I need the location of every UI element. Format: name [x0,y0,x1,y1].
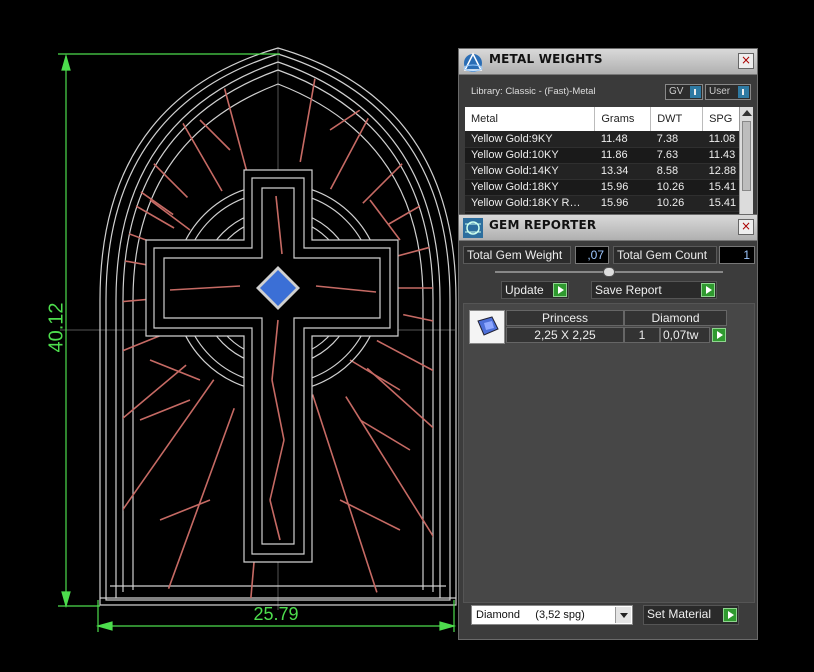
gem-material-cell: Diamond [624,310,727,326]
chevron-down-icon[interactable] [615,607,631,623]
total-gem-count-label: Total Gem Count [613,246,717,264]
lead-tie [349,359,401,391]
lead-tie [359,419,411,451]
set-material-button[interactable]: Set Material [643,605,739,625]
grams-cell: 11.48 [594,131,651,148]
gem-reporter-close-button[interactable]: × [738,219,754,235]
metal-name-cell: Yellow Gold:14KY [465,163,595,180]
play-arrow-icon [723,608,737,622]
lead-line [123,62,189,199]
metal-weights-title: METAL WEIGHTS [489,52,603,66]
metal-name-cell: Yellow Gold:10KY [465,147,595,164]
gem-count-cell: 1 [624,327,660,343]
lead-line [123,335,160,409]
set-material-button-label: Set Material [647,607,712,621]
metal-table-header: Metal Grams DWT SPG [465,107,749,131]
user-toggle-icon [738,86,749,98]
table-row[interactable]: Yellow Gold:9KY 11.48 7.38 11.08 [465,131,749,148]
gem-reporter-panel: GEM REPORTER × Total Gem Weight ,07 Tota… [458,214,758,640]
play-arrow-icon[interactable] [712,328,726,342]
gem-size-cell: 2,25 X 2,25 [506,327,624,343]
scroll-thumb[interactable] [742,121,751,191]
gem-list[interactable]: Princess 2,25 X 2,25 Diamond 1 0,07tw [463,303,755,603]
update-button-label: Update [505,283,544,297]
save-report-button[interactable]: Save Report [591,281,717,299]
lead-line [194,62,248,173]
metal-weights-panel: METAL WEIGHTS × Library: Classic - (Fast… [458,48,758,216]
total-gem-weight-label: Total Gem Weight [463,246,571,264]
gv-toggle-icon [690,86,701,98]
user-toggle-button[interactable]: User [705,84,751,100]
gv-toggle-label: GV [669,86,684,97]
lead-tie [159,499,211,521]
gem-reporter-logo-icon [463,218,483,238]
dwt-cell: 7.63 [650,147,703,164]
grams-cell: 11.86 [594,147,651,164]
lead-tie [139,399,191,421]
total-gem-weight-value: ,07 [575,246,609,264]
list-item[interactable]: Princess 2,25 X 2,25 Diamond 1 0,07tw [469,310,729,344]
metal-table-container[interactable]: Metal Grams DWT SPG Yellow Gold:9KY 11.4… [465,107,753,215]
gem-shape-cell: Princess [506,310,624,326]
lead-line [123,296,167,317]
metal-name-cell: Yellow Gold:18KY [465,179,595,196]
dwt-cell: 8.58 [650,163,703,180]
lead-line [123,364,187,495]
metal-weights-close-button[interactable]: × [738,53,754,69]
lead-line [123,177,166,248]
gv-toggle-button[interactable]: GV [665,84,703,100]
material-select[interactable]: Diamond (3,52 spg) [471,605,633,625]
lead-line [123,379,215,551]
scroll-up-icon[interactable] [742,110,752,116]
metal-name-cell: Yellow Gold:18KY R… [465,195,595,212]
totals-row: Total Gem Weight ,07 Total Gem Count 1 [463,246,755,264]
dwt-cell: 10.26 [650,195,703,212]
column-header-dwt[interactable]: DWT [650,107,704,131]
lead-line [167,408,235,589]
total-gem-count-value: 1 [719,246,755,264]
update-button[interactable]: Update [501,281,569,299]
lead-tie [149,359,201,381]
metal-weights-logo-icon [463,52,483,72]
splitter-handle[interactable] [603,267,615,277]
lead-tie [339,499,401,531]
grams-cell: 15.96 [594,195,651,212]
table-row[interactable]: Yellow Gold:10KY 11.86 7.63 11.43 [465,147,749,164]
gem-reporter-title: GEM REPORTER [489,218,597,232]
table-row[interactable]: Yellow Gold:14KY 13.34 8.58 12.88 [465,163,749,180]
metal-table: Metal Grams DWT SPG Yellow Gold:9KY 11.4… [465,107,749,212]
princess-gem-icon [469,310,505,344]
table-row[interactable]: Yellow Gold:18KY 15.96 10.26 15.41 [465,179,749,196]
play-arrow-icon [553,283,567,297]
user-toggle-label: User [709,86,731,97]
gem-reporter-titlebar[interactable]: GEM REPORTER × [459,215,757,241]
gem-weight-cell: 0,07tw [660,327,710,343]
material-select-value: Diamond (3,52 spg) [476,609,585,621]
width-dimension-label: 25.79 [253,604,299,624]
lead-line [329,62,429,190]
metal-weights-titlebar[interactable]: METAL WEIGHTS × [459,49,757,75]
dwt-cell: 7.38 [650,131,703,148]
lead-tie [199,119,231,151]
height-dimension-label: 40.12 [45,302,68,353]
dwt-cell: 10.26 [650,179,703,196]
metal-name-cell: Yellow Gold:9KY [465,131,595,148]
play-arrow-icon [701,283,715,297]
save-report-button-label: Save Report [595,283,662,297]
library-label: Library: Classic - (Fast)-Metal [471,86,596,97]
library-row: Library: Classic - (Fast)-Metal GV User [459,76,757,104]
table-row[interactable]: Yellow Gold:18KY R… 15.96 10.26 15.41 [465,195,749,212]
column-header-metal[interactable]: Metal [465,107,596,131]
metal-table-scrollbar[interactable] [739,107,753,215]
grams-cell: 15.96 [594,179,651,196]
grams-cell: 13.34 [594,163,651,180]
column-header-grams[interactable]: Grams [594,107,652,131]
